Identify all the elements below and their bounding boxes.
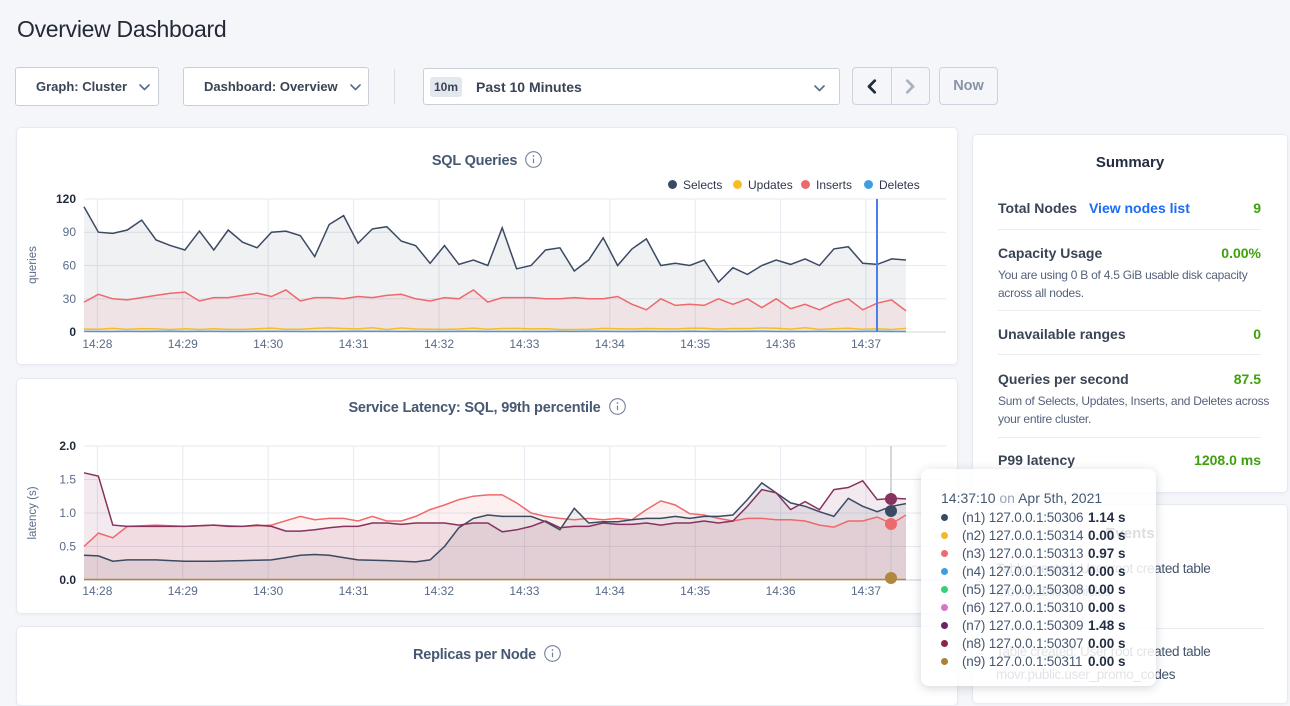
svg-text:120: 120 [56,192,76,206]
svg-text:latency (s): latency (s) [27,486,39,539]
svg-text:14:30: 14:30 [253,337,283,351]
svg-text:14:32: 14:32 [424,337,454,351]
svg-text:14:31: 14:31 [339,337,369,351]
svg-text:14:36: 14:36 [766,337,796,351]
svg-text:queries: queries [27,246,39,284]
svg-text:1.5: 1.5 [59,473,76,487]
svg-text:14:31: 14:31 [339,584,369,598]
svg-text:2.0: 2.0 [59,439,76,453]
svg-text:14:37: 14:37 [851,337,881,351]
svg-text:90: 90 [63,225,77,239]
svg-text:14:33: 14:33 [509,337,539,351]
svg-text:14:29: 14:29 [168,337,198,351]
svg-text:0.0: 0.0 [59,573,76,587]
svg-text:14:32: 14:32 [424,584,454,598]
svg-text:0.5: 0.5 [59,540,76,554]
svg-text:14:34: 14:34 [595,584,625,598]
svg-text:14:35: 14:35 [680,337,710,351]
svg-text:14:28: 14:28 [82,584,112,598]
svg-text:60: 60 [63,259,77,273]
svg-text:14:33: 14:33 [509,584,539,598]
svg-text:0: 0 [69,325,76,339]
svg-text:14:28: 14:28 [82,337,112,351]
svg-text:14:35: 14:35 [680,584,710,598]
svg-text:14:29: 14:29 [168,584,198,598]
svg-text:30: 30 [63,292,77,306]
svg-text:14:30: 14:30 [253,584,283,598]
svg-text:14:34: 14:34 [595,337,625,351]
svg-text:14:36: 14:36 [766,584,796,598]
svg-text:1.0: 1.0 [59,506,76,520]
svg-text:14:37: 14:37 [851,584,881,598]
